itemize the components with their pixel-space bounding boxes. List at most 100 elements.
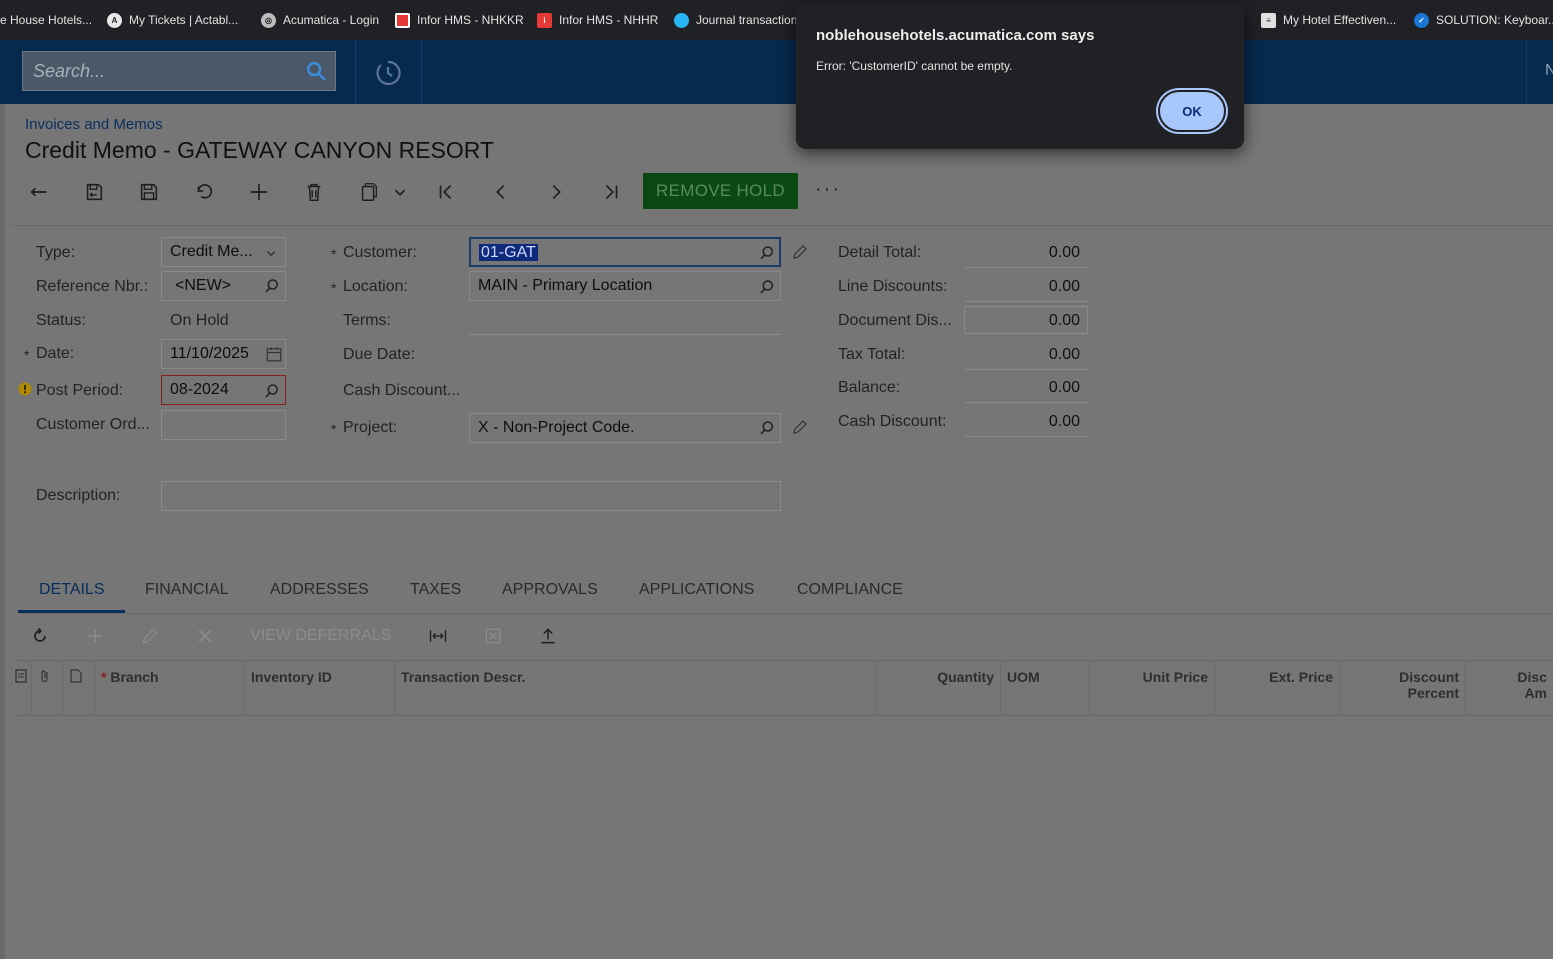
edit-row-button[interactable]: [138, 624, 162, 648]
grid-col-quantity[interactable]: Quantity: [876, 661, 1001, 715]
main-content: [5, 104, 1553, 959]
undo-button[interactable]: [190, 178, 218, 206]
search-icon[interactable]: [758, 244, 776, 262]
tab-approvals[interactable]: APPROVALS: [502, 581, 598, 599]
chevron-down-icon[interactable]: [262, 244, 280, 262]
edit-pencil-icon[interactable]: [791, 418, 809, 436]
copy-paste-dropdown[interactable]: [386, 178, 414, 206]
view-deferrals-button[interactable]: VIEW DEFERRALS: [250, 627, 391, 645]
customer-field[interactable]: 01-GAT: [469, 237, 781, 267]
grid-col-attachments[interactable]: [32, 661, 63, 715]
bookmark-4[interactable]: Infor HMS - NHKKR: [395, 0, 524, 40]
search-icon[interactable]: [263, 277, 281, 295]
search-icon[interactable]: [758, 278, 776, 296]
files-icon: [15, 669, 27, 683]
bookmark-8[interactable]: ✓ SOLUTION: Keyboar...: [1414, 0, 1553, 40]
back-button[interactable]: [25, 178, 53, 206]
customer-order-field[interactable]: [161, 410, 286, 440]
delete-button[interactable]: [300, 178, 328, 206]
save-close-button[interactable]: [80, 178, 108, 206]
line-discounts-label: Line Discounts:: [838, 278, 948, 295]
fit-width-icon: [429, 630, 447, 642]
first-record-button[interactable]: [432, 178, 460, 206]
previous-record-button[interactable]: [487, 178, 515, 206]
edit-pencil-icon[interactable]: [791, 243, 809, 261]
customer-label: Customer:: [343, 244, 417, 261]
tab-applications[interactable]: APPLICATIONS: [639, 581, 754, 599]
grid-col-transaction-descr[interactable]: Transaction Descr.: [395, 661, 876, 715]
search-icon[interactable]: [263, 382, 281, 400]
grid-col-ext-price[interactable]: Ext. Price: [1215, 661, 1340, 715]
bookmark-5[interactable]: i Infor HMS - NHHR: [537, 0, 658, 40]
terms-field: [469, 305, 781, 335]
grid-col-unit-price[interactable]: Unit Price: [1090, 661, 1215, 715]
balance-value: 0.00: [1048, 379, 1080, 396]
bookmark-3[interactable]: ◎ Acumatica - Login: [261, 0, 379, 40]
grid-col-uom[interactable]: UOM: [1001, 661, 1090, 715]
due-date-field: [469, 339, 781, 369]
post-period-label: Post Period:: [36, 382, 124, 399]
export-excel-button[interactable]: [481, 624, 505, 648]
required-mark: *: [331, 421, 337, 437]
add-row-button[interactable]: [83, 624, 107, 648]
refresh-button[interactable]: [28, 624, 52, 648]
upload-button[interactable]: [536, 624, 560, 648]
grid-col-discount-amount[interactable]: Disc Am: [1466, 661, 1553, 715]
description-label: Description:: [36, 487, 121, 504]
fit-columns-button[interactable]: [426, 624, 450, 648]
field-underline: [965, 436, 1088, 437]
next-record-button[interactable]: [542, 178, 570, 206]
globe-icon: ◎: [261, 12, 276, 28]
remove-hold-button[interactable]: REMOVE HOLD: [643, 173, 798, 209]
global-search[interactable]: [22, 51, 336, 91]
field-underline: [965, 267, 1088, 268]
delete-row-button[interactable]: [193, 624, 217, 648]
more-actions-button[interactable]: ···: [815, 178, 841, 201]
last-record-button[interactable]: [597, 178, 625, 206]
search-icon[interactable]: [758, 419, 776, 437]
grid-col-discount-percent[interactable]: Discount Percent: [1340, 661, 1466, 715]
copy-paste-button[interactable]: [355, 178, 383, 206]
field-underline: [965, 369, 1088, 370]
search-input[interactable]: [23, 60, 293, 82]
actabl-icon: A: [107, 12, 122, 28]
grid-col-inventory-id[interactable]: Inventory ID: [245, 661, 395, 715]
app-header: N: [0, 40, 1553, 104]
breadcrumb[interactable]: Invoices and Memos: [25, 116, 163, 133]
add-button[interactable]: [245, 178, 273, 206]
location-field[interactable]: MAIN - Primary Location: [469, 271, 781, 301]
chevron-right-icon: [552, 184, 561, 200]
note-icon: [70, 669, 82, 683]
reference-nbr-label: Reference Nbr.:: [36, 278, 149, 295]
tab-addresses[interactable]: ADDRESSES: [270, 581, 369, 599]
cash-discount-value: 0.00: [1048, 413, 1080, 430]
tab-financial[interactable]: FINANCIAL: [145, 581, 229, 599]
drop-icon: [674, 12, 689, 28]
tax-total-label: Tax Total:: [838, 346, 906, 363]
project-field[interactable]: X - Non-Project Code.: [469, 413, 781, 443]
plus-icon: [88, 629, 102, 643]
save-button[interactable]: [135, 178, 163, 206]
edit-pencil-icon: [142, 628, 158, 644]
line-discounts-value: 0.00: [1048, 278, 1080, 295]
description-field[interactable]: [161, 481, 781, 511]
cash-discount-label: Cash Discount:: [838, 413, 947, 430]
search-icon[interactable]: [305, 60, 327, 82]
excel-icon: [485, 628, 501, 644]
bookmark-6[interactable]: Journal transaction: [674, 0, 797, 40]
grid-col-notes[interactable]: [63, 661, 95, 715]
bookmark-1[interactable]: e House Hotels...: [0, 0, 92, 40]
tab-details[interactable]: DETAILS: [39, 581, 105, 599]
chevron-left-icon: [496, 184, 505, 200]
bookmark-2[interactable]: A My Tickets | Actabl...: [107, 0, 238, 40]
grid-col-files[interactable]: [12, 661, 32, 715]
ok-button[interactable]: OK: [1158, 90, 1226, 132]
page-title: Credit Memo - GATEWAY CANYON RESORT: [25, 137, 495, 163]
bookmark-7[interactable]: ≡ My Hotel Effectiven...: [1261, 0, 1396, 40]
calendar-icon[interactable]: [265, 345, 283, 363]
tab-compliance[interactable]: COMPLIANCE: [797, 581, 903, 599]
grid-col-branch[interactable]: * Branch: [95, 661, 245, 715]
plus-icon: [250, 183, 268, 201]
tab-taxes[interactable]: TAXES: [410, 581, 461, 599]
history-icon[interactable]: [373, 58, 403, 88]
